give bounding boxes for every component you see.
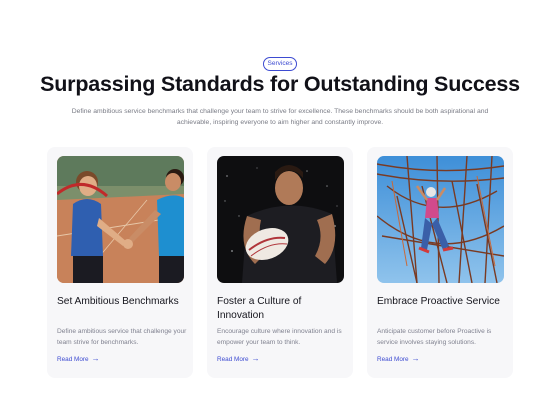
card-description: Define ambitious service that challenge … xyxy=(57,328,187,346)
card-description: Encourage culture where innovation and i… xyxy=(217,328,342,346)
arrow-right-icon: → xyxy=(91,354,100,363)
read-more-link[interactable]: Read More → xyxy=(57,355,100,363)
service-card-benchmarks: Set Ambitious Benchmarks Define ambitiou… xyxy=(47,147,193,378)
section-subtitle: Define ambitious service benchmarks that… xyxy=(71,108,489,126)
service-card-proactive: Embrace Proactive Service Anticipate cus… xyxy=(367,147,513,378)
card-title: Foster a Culture of Innovation xyxy=(217,296,302,321)
service-card-innovation: Foster a Culture of Innovation Encourage… xyxy=(207,147,353,378)
read-more-link[interactable]: Read More → xyxy=(377,355,420,363)
card-title: Set Ambitious Benchmarks xyxy=(57,296,179,307)
read-more-label: Read More xyxy=(377,355,409,363)
handshake-photo xyxy=(57,156,184,283)
arrow-right-icon: → xyxy=(411,354,420,363)
read-more-link[interactable]: Read More → xyxy=(217,355,260,363)
card-title: Embrace Proactive Service xyxy=(377,296,500,307)
section-title: Surpassing Standards for Outstanding Suc… xyxy=(40,72,520,96)
arrow-right-icon: → xyxy=(251,354,260,363)
rope-course-photo xyxy=(377,156,504,283)
read-more-label: Read More xyxy=(57,355,89,363)
card-description: Anticipate customer before Proactive is … xyxy=(377,328,492,346)
services-badge: Services xyxy=(263,57,297,71)
rugby-player-photo xyxy=(217,156,344,283)
read-more-label: Read More xyxy=(217,355,249,363)
